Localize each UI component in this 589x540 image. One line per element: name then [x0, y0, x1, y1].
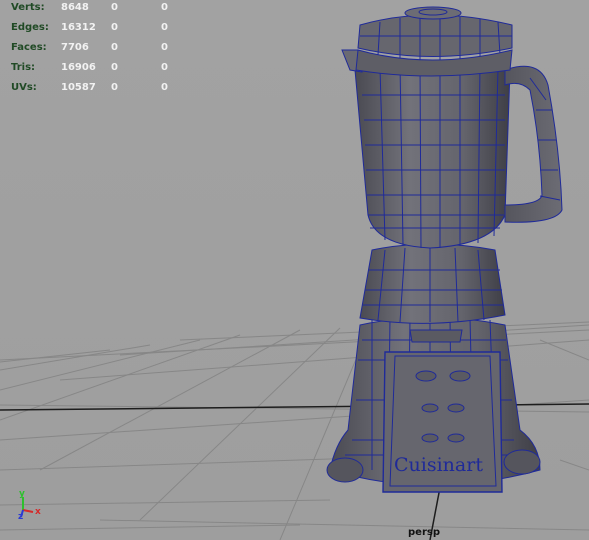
hud-value: 0	[161, 62, 168, 73]
hud-row-tris: Tris: 16906 0 0	[11, 58, 211, 78]
control-button-3	[421, 403, 439, 413]
hud-value: 0	[111, 62, 118, 73]
axis-y-label: y	[19, 489, 25, 499]
hud-value: 10587	[61, 82, 96, 93]
blender-model[interactable]	[326, 6, 563, 493]
hud-value: 0	[161, 42, 168, 53]
camera-name-label: persp	[408, 527, 440, 538]
hud-label: UVs:	[11, 82, 37, 93]
hud-value: 7706	[61, 42, 89, 53]
hud-value: 0	[161, 22, 168, 33]
hud-value: 0	[161, 2, 168, 13]
hud-row-faces: Faces: 7706 0 0	[11, 38, 211, 58]
hud-value: 16906	[61, 62, 96, 73]
hud-row-verts: Verts: 8648 0 0	[11, 0, 211, 18]
hud-value: 0	[161, 82, 168, 93]
axis-x-label: x	[35, 507, 41, 517]
hud-value: 0	[111, 42, 118, 53]
hud-row-edges: Edges: 16312 0 0	[11, 18, 211, 38]
axis-z-label: z	[18, 512, 24, 522]
hud-value: 8648	[61, 2, 89, 13]
hud-label: Edges:	[11, 22, 49, 33]
hud-value: 16312	[61, 22, 96, 33]
blender-jar	[354, 62, 511, 249]
hud-label: Verts:	[11, 2, 45, 13]
control-button-4	[447, 403, 465, 413]
hud-value: 0	[111, 82, 118, 93]
control-button-5	[421, 433, 439, 443]
hud-label: Tris:	[11, 62, 36, 73]
poly-count-hud: Verts: 8648 0 0 Edges: 16312 0 0 Faces: …	[11, 0, 211, 98]
blender-foot-right	[503, 449, 541, 475]
blender-foot-left	[326, 457, 364, 483]
brand-label: Cuisinart	[394, 454, 483, 476]
hud-value: 0	[111, 2, 118, 13]
perspective-viewport[interactable]: Cuisinart Verts: 8648 0 0 Edges: 16312 0…	[0, 0, 589, 540]
control-button-1	[415, 370, 437, 382]
hud-row-uvs: UVs: 10587 0 0	[11, 78, 211, 98]
control-button-6	[447, 433, 465, 443]
control-button-2	[449, 370, 471, 382]
hud-value: 0	[111, 22, 118, 33]
hud-label: Faces:	[11, 42, 47, 53]
